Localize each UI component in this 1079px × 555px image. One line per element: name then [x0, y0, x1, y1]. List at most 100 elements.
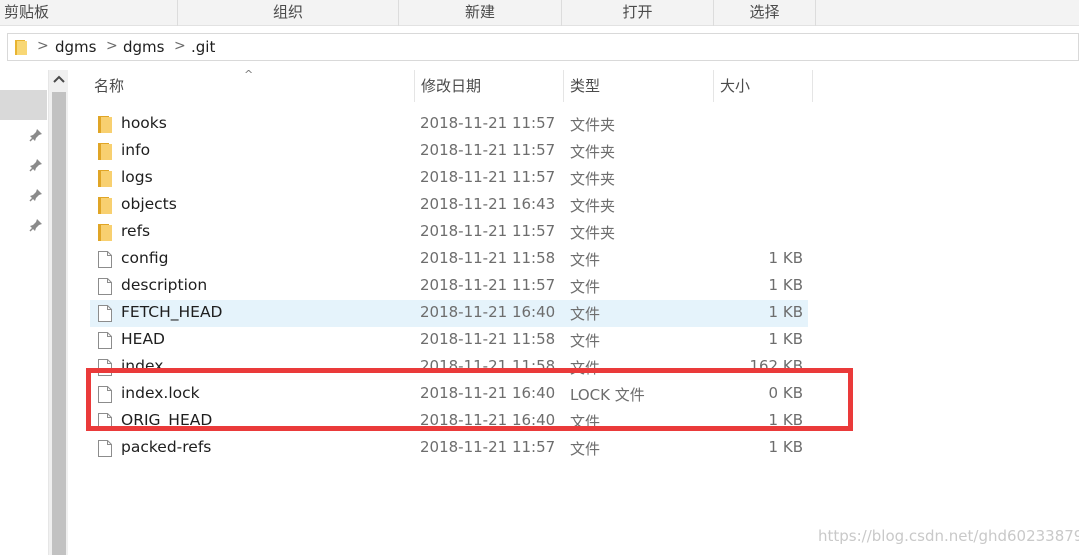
- folder-icon: [98, 197, 112, 214]
- folder-icon: [98, 170, 112, 187]
- ribbon-group-select[interactable]: 选择: [714, 0, 816, 26]
- file-icon: [98, 251, 112, 268]
- file-type: 文件夹: [570, 224, 616, 242]
- file-type: 文件夹: [570, 170, 616, 188]
- folder-icon: [15, 40, 27, 55]
- folder-icon: [98, 143, 112, 160]
- file-icon: [98, 413, 112, 430]
- file-type: 文件夹: [570, 197, 616, 215]
- scroll-up-icon[interactable]: [52, 73, 66, 87]
- file-size: 1 KB: [768, 303, 803, 321]
- file-name: HEAD: [121, 330, 165, 348]
- column-header-name[interactable]: 名称: [88, 70, 412, 102]
- file-icon: [98, 359, 112, 376]
- breadcrumb-item-dgms[interactable]: dgms: [55, 38, 96, 56]
- breadcrumb-chevron-icon[interactable]: >: [174, 38, 186, 54]
- folder-icon: [98, 116, 112, 133]
- file-icon: [98, 305, 112, 322]
- pin-icon[interactable]: [29, 128, 43, 142]
- ribbon-group-organize[interactable]: 组织: [178, 0, 399, 26]
- file-date: 2018-11-21 11:57: [420, 438, 556, 456]
- file-type: LOCK 文件: [570, 386, 645, 404]
- file-icon: [98, 386, 112, 403]
- file-date: 2018-11-21 11:57: [420, 168, 556, 186]
- file-type: 文件: [570, 278, 601, 296]
- file-row[interactable]: description 2018-11-21 11:57 文件 1 KB: [90, 273, 808, 300]
- breadcrumb-chevron-icon[interactable]: >: [37, 38, 49, 54]
- file-row[interactable]: objects 2018-11-21 16:43 文件夹: [90, 192, 808, 219]
- file-date: 2018-11-21 16:40: [420, 303, 556, 321]
- file-icon: [98, 332, 112, 349]
- navigation-pane: [0, 70, 48, 555]
- breadcrumb-chevron-icon[interactable]: >: [106, 38, 118, 54]
- ribbon-group-open[interactable]: 打开: [562, 0, 714, 26]
- file-date: 2018-11-21 16:40: [420, 384, 556, 402]
- file-row[interactable]: HEAD 2018-11-21 11:58 文件 1 KB: [90, 327, 808, 354]
- file-name: hooks: [121, 114, 167, 132]
- file-date: 2018-11-21 11:58: [420, 330, 556, 348]
- file-size: 1 KB: [768, 411, 803, 429]
- nav-selected-item[interactable]: [0, 90, 47, 120]
- file-name: refs: [121, 222, 151, 240]
- file-name: packed-refs: [121, 438, 212, 456]
- file-type: 文件夹: [570, 116, 616, 134]
- file-name: index.lock: [121, 384, 200, 402]
- column-header-date[interactable]: 修改日期: [414, 70, 562, 102]
- folder-icon: [98, 224, 112, 241]
- scrollbar-thumb[interactable]: [52, 92, 66, 555]
- file-size: 1 KB: [768, 438, 803, 456]
- breadcrumb-item-dgms[interactable]: dgms: [123, 38, 164, 56]
- pin-icon[interactable]: [29, 218, 43, 232]
- file-icon: [98, 440, 112, 457]
- file-name: description: [121, 276, 208, 294]
- file-row[interactable]: ORIG_HEAD 2018-11-21 16:40 文件 1 KB: [90, 408, 808, 435]
- column-header-type[interactable]: 类型: [563, 70, 711, 102]
- file-size: 1 KB: [768, 249, 803, 267]
- file-type: 文件夹: [570, 143, 616, 161]
- file-date: 2018-11-21 11:57: [420, 114, 556, 132]
- file-row[interactable]: FETCH_HEAD 2018-11-21 16:40 文件 1 KB: [90, 300, 808, 327]
- file-type: 文件: [570, 332, 601, 350]
- file-type: 文件: [570, 413, 601, 431]
- file-icon: [98, 278, 112, 295]
- file-name: info: [121, 141, 151, 159]
- ribbon-group-labels: 剪贴板 组织 新建 打开 选择: [0, 0, 1079, 26]
- file-type: 文件: [570, 440, 601, 458]
- watermark: https://blog.csdn.net/ghd602338792: [818, 527, 1079, 545]
- file-row[interactable]: config 2018-11-21 11:58 文件 1 KB: [90, 246, 808, 273]
- file-size: 162 KB: [749, 357, 803, 375]
- file-row[interactable]: packed-refs 2018-11-21 11:57 文件 1 KB: [90, 435, 808, 462]
- file-date: 2018-11-21 16:43: [420, 195, 556, 213]
- file-row[interactable]: index.lock 2018-11-21 16:40 LOCK 文件 0 KB: [90, 381, 808, 408]
- file-name: index: [121, 357, 164, 375]
- file-date: 2018-11-21 11:58: [420, 249, 556, 267]
- file-name: FETCH_HEAD: [121, 303, 223, 321]
- file-date: 2018-11-21 16:40: [420, 411, 556, 429]
- file-row[interactable]: info 2018-11-21 11:57 文件夹: [90, 138, 808, 165]
- ribbon-group-clipboard[interactable]: 剪贴板: [0, 0, 178, 26]
- address-bar[interactable]: > dgms > dgms > .git: [7, 33, 1079, 61]
- file-type: 文件: [570, 359, 601, 377]
- file-name: objects: [121, 195, 177, 213]
- file-list: hooks 2018-11-21 11:57 文件夹 info 2018-11-21 1…: [90, 111, 810, 462]
- file-date: 2018-11-21 11:57: [420, 222, 556, 240]
- file-size: 1 KB: [768, 276, 803, 294]
- column-header-size[interactable]: 大小: [713, 70, 813, 102]
- file-name: logs: [121, 168, 153, 186]
- nav-scrollbar[interactable]: [48, 70, 68, 555]
- file-type: 文件: [570, 305, 601, 323]
- pin-icon[interactable]: [29, 158, 43, 172]
- file-size: 1 KB: [768, 330, 803, 348]
- file-row[interactable]: refs 2018-11-21 11:57 文件夹: [90, 219, 808, 246]
- file-date: 2018-11-21 11:57: [420, 276, 556, 294]
- file-name: config: [121, 249, 169, 267]
- ribbon-group-new[interactable]: 新建: [399, 0, 562, 26]
- file-name: ORIG_HEAD: [121, 411, 213, 429]
- breadcrumb-item-git[interactable]: .git: [191, 38, 215, 56]
- file-row[interactable]: logs 2018-11-21 11:57 文件夹: [90, 165, 808, 192]
- file-type: 文件: [570, 251, 601, 269]
- file-row[interactable]: index 2018-11-21 11:58 文件 162 KB: [90, 354, 808, 381]
- pin-icon[interactable]: [29, 188, 43, 202]
- file-size: 0 KB: [768, 384, 803, 402]
- file-row[interactable]: hooks 2018-11-21 11:57 文件夹: [90, 111, 808, 138]
